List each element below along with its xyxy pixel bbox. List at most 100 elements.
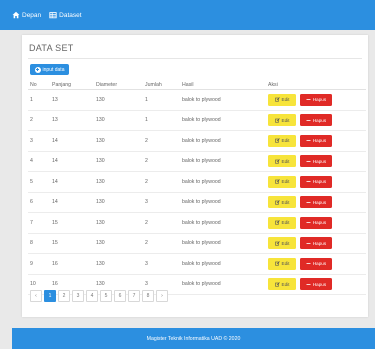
cell-panjang: 16 bbox=[50, 253, 94, 275]
edit-button[interactable]: Edit bbox=[268, 93, 296, 106]
cell-jumlah: 2 bbox=[143, 130, 180, 152]
edit-label: Edit bbox=[281, 97, 290, 103]
cell-no: 9 bbox=[28, 253, 50, 275]
edit-label: Edit bbox=[281, 240, 290, 246]
nav-home-label: Depan bbox=[22, 11, 42, 19]
top-navbar: Depan Dataset bbox=[0, 0, 375, 30]
delete-button[interactable]: Hapus bbox=[300, 114, 332, 127]
edit-label: Edit bbox=[281, 179, 290, 185]
footer: Magister Teknik Informatika UAD © 2020 bbox=[12, 328, 375, 349]
delete-button[interactable]: Hapus bbox=[300, 155, 332, 168]
edit-button[interactable]: Edit bbox=[268, 155, 296, 168]
minus-icon bbox=[306, 220, 311, 225]
cell-no: 6 bbox=[28, 192, 50, 213]
cell-aksi: Edit Hapus bbox=[266, 233, 366, 254]
minus-icon bbox=[306, 138, 311, 143]
edit-icon bbox=[274, 200, 280, 205]
input-data-button[interactable]: input data bbox=[30, 64, 69, 75]
minus-icon bbox=[306, 179, 311, 184]
cell-diameter: 130 bbox=[94, 192, 143, 213]
cell-hasil: balok to plywood bbox=[180, 151, 266, 172]
delete-label: Hapus bbox=[312, 138, 327, 144]
cell-hasil: balok to plywood bbox=[180, 171, 266, 193]
nav-dataset-link[interactable]: Dataset bbox=[49, 11, 82, 19]
cell-no: 2 bbox=[28, 110, 50, 131]
row-actions: Edit Hapus bbox=[268, 175, 366, 188]
cell-aksi: Edit Hapus bbox=[266, 192, 366, 213]
edit-label: Edit bbox=[281, 261, 290, 267]
cell-diameter: 130 bbox=[94, 233, 143, 254]
pagination-page-7[interactable]: 7 bbox=[128, 290, 140, 302]
row-actions: Edit Hapus bbox=[268, 278, 366, 291]
delete-button[interactable]: Hapus bbox=[300, 257, 332, 270]
edit-button[interactable]: Edit bbox=[268, 237, 296, 250]
column-header-aksi: Aksi bbox=[266, 80, 366, 90]
edit-button[interactable]: Edit bbox=[268, 257, 296, 270]
row-actions: Edit Hapus bbox=[268, 257, 366, 270]
table-body: 1 13 130 1 balok to plywood Edit Hapus 2 13 130 1 b… bbox=[28, 89, 366, 295]
table-row: 8 15 130 2 balok to plywood Edit Hapus bbox=[28, 233, 366, 254]
delete-button[interactable]: Hapus bbox=[300, 196, 332, 209]
cell-hasil: balok to plywood bbox=[180, 274, 266, 295]
table-row: 9 16 130 3 balok to plywood Edit Hapus bbox=[28, 253, 366, 275]
cell-no: 7 bbox=[28, 212, 50, 234]
edit-button[interactable]: Edit bbox=[268, 216, 296, 229]
cell-aksi: Edit Hapus bbox=[266, 253, 366, 275]
delete-button[interactable]: Hapus bbox=[300, 93, 332, 106]
pagination-page-1[interactable]: 1 bbox=[44, 290, 56, 302]
pagination-page-6[interactable]: 6 bbox=[114, 290, 126, 302]
minus-icon bbox=[306, 200, 311, 205]
minus-icon bbox=[306, 241, 311, 246]
table-row: 1 13 130 1 balok to plywood Edit Hapus bbox=[28, 89, 366, 111]
input-data-label: input data bbox=[42, 66, 65, 73]
dataset-panel: DATA SET input data No Panjang Diameter … bbox=[22, 35, 368, 317]
delete-label: Hapus bbox=[312, 117, 327, 123]
minus-icon bbox=[306, 282, 311, 287]
delete-label: Hapus bbox=[312, 158, 327, 164]
delete-label: Hapus bbox=[312, 261, 327, 267]
pagination-page-4[interactable]: 4 bbox=[86, 290, 98, 302]
minus-icon bbox=[306, 118, 311, 123]
cell-panjang: 15 bbox=[50, 233, 94, 254]
plus-circle-icon bbox=[34, 66, 41, 73]
cell-aksi: Edit Hapus bbox=[266, 274, 366, 295]
nav-home-link[interactable]: Depan bbox=[12, 11, 41, 19]
delete-label: Hapus bbox=[312, 179, 327, 185]
cell-no: 3 bbox=[28, 130, 50, 152]
delete-button[interactable]: Hapus bbox=[300, 134, 332, 147]
delete-button[interactable]: Hapus bbox=[300, 278, 332, 291]
delete-button[interactable]: Hapus bbox=[300, 175, 332, 188]
table-row: 6 14 130 3 balok to plywood Edit Hapus bbox=[28, 192, 366, 213]
cell-aksi: Edit Hapus bbox=[266, 212, 366, 234]
cell-diameter: 130 bbox=[94, 212, 143, 234]
pagination-page-8[interactable]: 8 bbox=[142, 290, 154, 302]
edit-button[interactable]: Edit bbox=[268, 134, 296, 147]
row-actions: Edit Hapus bbox=[268, 216, 366, 229]
table-row: 5 14 130 2 balok to plywood Edit Hapus bbox=[28, 171, 366, 193]
edit-icon bbox=[274, 220, 280, 225]
pagination-next[interactable]: › bbox=[156, 290, 168, 302]
row-actions: Edit Hapus bbox=[268, 134, 366, 147]
pagination-page-5[interactable]: 5 bbox=[100, 290, 112, 302]
edit-button[interactable]: Edit bbox=[268, 114, 296, 127]
edit-icon bbox=[274, 159, 280, 164]
edit-label: Edit bbox=[281, 138, 290, 144]
cell-panjang: 14 bbox=[50, 130, 94, 152]
edit-icon bbox=[274, 179, 280, 184]
minus-icon bbox=[306, 97, 311, 102]
pagination-page-2[interactable]: 2 bbox=[58, 290, 70, 302]
edit-button[interactable]: Edit bbox=[268, 278, 296, 291]
edit-icon bbox=[274, 118, 280, 123]
pagination-prev[interactable]: ‹ bbox=[30, 290, 42, 302]
delete-button[interactable]: Hapus bbox=[300, 237, 332, 250]
edit-button[interactable]: Edit bbox=[268, 175, 296, 188]
cell-panjang: 13 bbox=[50, 110, 94, 131]
pagination-page-3[interactable]: 3 bbox=[72, 290, 84, 302]
edit-button[interactable]: Edit bbox=[268, 196, 296, 209]
dataset-table: No Panjang Diameter Jumlah Hasil Aksi 11… bbox=[28, 80, 366, 295]
cell-jumlah: 2 bbox=[143, 233, 180, 254]
delete-label: Hapus bbox=[312, 281, 327, 287]
delete-button[interactable]: Hapus bbox=[300, 216, 332, 229]
cell-panjang: 14 bbox=[50, 192, 94, 213]
edit-icon bbox=[274, 138, 280, 143]
